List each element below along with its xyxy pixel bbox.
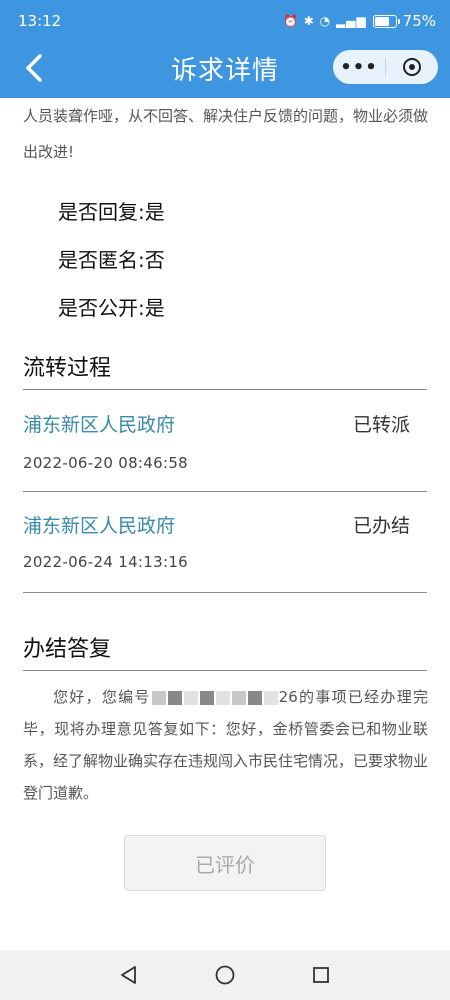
description-text: 人员装聋作哑，从不回答、解决住户反馈的问题，物业必须做出改进! [23,107,429,161]
nav-back-button[interactable] [117,963,141,987]
anonymous-field: 是否匿名:否 [58,248,165,272]
triangle-back-icon [121,966,136,984]
reply-text: 您好，您编号 26的事项已经办理完毕，现将办理意见答复如下：您好，金桥管委会已和物… [23,688,429,802]
divider [23,670,427,671]
redacted-mosaic [151,688,279,706]
signal-icon: ⏰ ✱ ◔ ▂▄▆ [283,14,367,28]
flow-item-org[interactable]: 浦东新区人民政府 [23,410,175,437]
nav-recents-button[interactable] [309,963,333,987]
divider [23,389,427,390]
mini-program-capsule: ••• [333,50,438,84]
status-bar: 13:12 ⏰ ✱ ◔ ▂▄▆ 75% [0,0,450,40]
close-button[interactable] [386,50,438,84]
app-header: 13:12 ⏰ ✱ ◔ ▂▄▆ 75% 诉求详情 ••• [0,0,450,98]
circle-home-icon [215,965,235,985]
nav-bar: 诉求详情 ••• [0,40,450,98]
system-nav-bar [0,950,450,1000]
back-button[interactable] [18,50,54,86]
flow-item-status: 已转派 [352,414,410,436]
rated-button[interactable]: 已评价 [124,835,326,891]
flow-item-org[interactable]: 浦东新区人民政府 [23,511,175,538]
reply-section-title: 办结答复 [23,637,112,662]
chevron-left-icon [26,54,42,82]
flow-section-title: 流转过程 [23,356,112,381]
battery-percent: 75% [402,12,436,30]
flow-item-time: 2022-06-20 08:46:58 [23,454,189,472]
flow-item-time: 2022-06-24 14:13:16 [23,553,189,571]
public-field: 是否公开:是 [58,296,165,320]
nav-home-button[interactable] [213,963,237,987]
status-indicators: ⏰ ✱ ◔ ▂▄▆ 75% [283,12,436,30]
battery-icon [372,14,400,28]
divider [23,491,427,492]
status-time: 13:12 [18,12,62,30]
target-icon [403,58,421,76]
divider [23,592,427,593]
more-button[interactable]: ••• [333,50,385,84]
square-recents-icon [313,967,329,983]
flow-item-status: 已办结 [352,515,410,537]
replied-field: 是否回复:是 [58,200,165,224]
detail-content[interactable]: 人员装聋作哑，从不回答、解决住户反馈的问题，物业必须做出改进! 是否回复:是 是… [0,98,450,950]
